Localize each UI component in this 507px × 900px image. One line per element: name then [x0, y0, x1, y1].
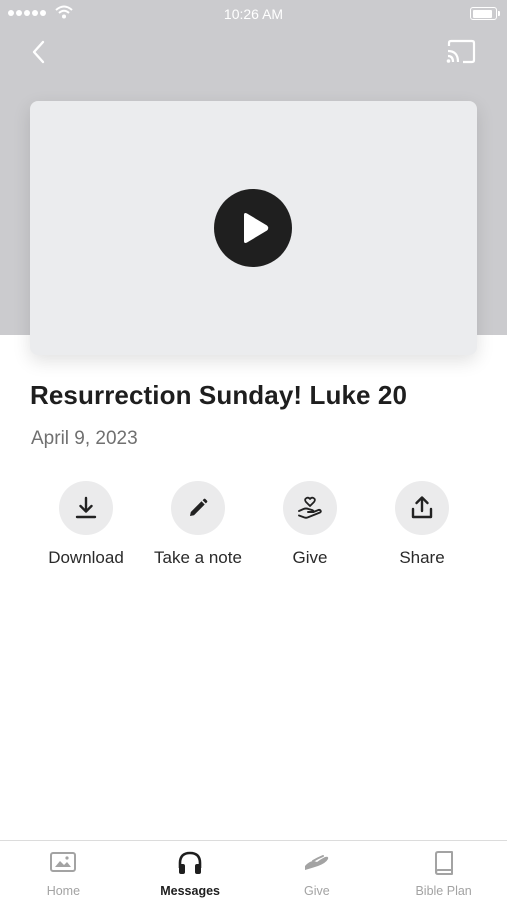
pencil-icon — [190, 498, 208, 516]
chevron-left-icon — [32, 40, 45, 64]
status-time: 10:26 AM — [223, 6, 284, 22]
tab-give-label: Give — [304, 884, 330, 898]
take-note-label: Take a note — [154, 548, 242, 567]
sermon-title: Resurrection Sunday! Luke 20 — [30, 380, 408, 410]
headphones-icon — [178, 851, 202, 874]
tab-bar: Home Messages Give Bible Plan — [0, 840, 507, 900]
back-button[interactable] — [26, 38, 54, 66]
give-label: Give — [292, 548, 328, 567]
tab-bible-plan-label: Bible Plan — [415, 884, 472, 898]
tab-home[interactable]: Home — [0, 841, 127, 900]
give-button[interactable]: Give — [245, 481, 375, 568]
book-icon — [434, 851, 453, 875]
status-bar: 10:26 AM — [0, 0, 507, 28]
tab-messages[interactable]: Messages — [127, 841, 254, 900]
share-button[interactable]: Share — [357, 481, 487, 568]
tab-home-label: Home — [46, 884, 81, 898]
take-note-button[interactable]: Take a note — [133, 481, 263, 568]
video-player[interactable] — [30, 101, 477, 355]
play-icon — [244, 213, 269, 243]
download-button[interactable]: Download — [21, 481, 151, 568]
share-icon — [411, 496, 433, 519]
tab-messages-label: Messages — [160, 884, 220, 898]
image-icon — [50, 852, 77, 872]
giving-hand-icon — [304, 855, 329, 870]
cast-button[interactable] — [445, 38, 477, 66]
hand-heart-icon — [298, 496, 322, 519]
battery-icon — [470, 7, 500, 20]
download-label: Download — [48, 548, 124, 567]
play-button[interactable] — [214, 189, 292, 267]
tab-give[interactable]: Give — [254, 841, 381, 900]
sermon-date: April 9, 2023 — [31, 428, 138, 449]
download-icon — [75, 496, 97, 519]
tab-bible-plan[interactable]: Bible Plan — [380, 841, 507, 900]
cast-icon — [446, 39, 476, 64]
share-label: Share — [399, 548, 445, 567]
